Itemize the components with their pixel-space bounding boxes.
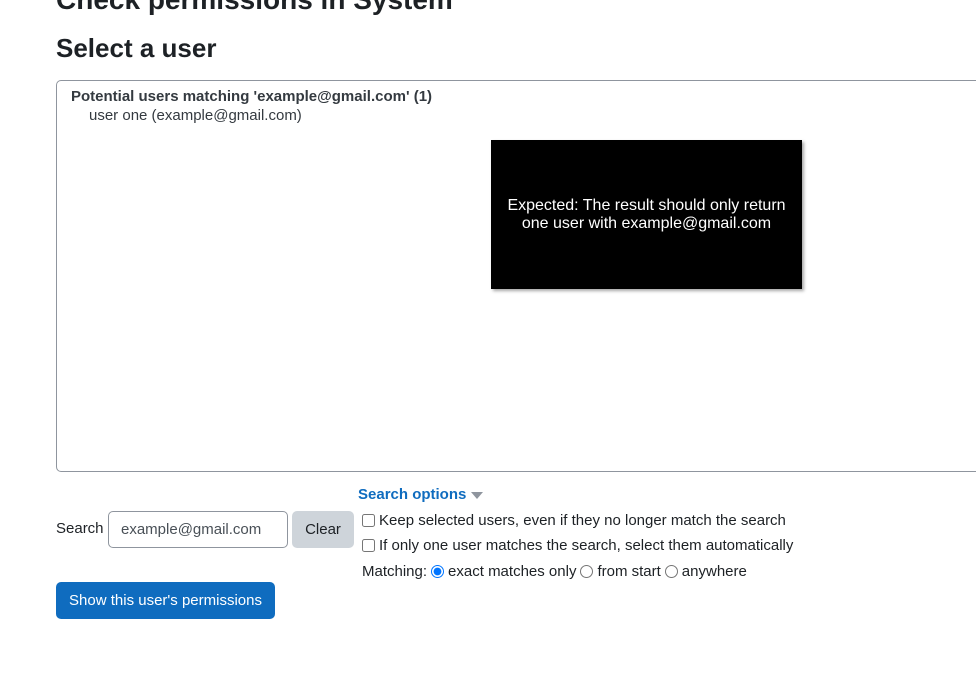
annotation-overlay: Expected: The result should only return … bbox=[491, 140, 802, 289]
annotation-text: Expected: The result should only return … bbox=[507, 196, 786, 232]
search-label: Search bbox=[56, 520, 104, 537]
keep-selected-label: Keep selected users, even if they no lon… bbox=[379, 512, 786, 529]
search-options-toggle[interactable]: Search options bbox=[358, 486, 484, 503]
matching-start-radio[interactable] bbox=[580, 565, 594, 578]
auto-select-checkbox[interactable] bbox=[362, 539, 375, 552]
user-list-group-label: Potential users matching 'example@gmail.… bbox=[71, 88, 433, 105]
auto-select-label: If only one user matches the search, sel… bbox=[379, 537, 794, 554]
keep-selected-option[interactable]: Keep selected users, even if they no lon… bbox=[362, 512, 786, 529]
matching-exact-label: exact matches only bbox=[448, 563, 577, 580]
section-heading: Select a user bbox=[56, 33, 217, 63]
keep-selected-checkbox[interactable] bbox=[362, 514, 375, 527]
matching-exact-radio[interactable] bbox=[431, 565, 445, 578]
caret-down-icon bbox=[471, 492, 484, 499]
matching-anywhere-radio[interactable] bbox=[664, 565, 678, 578]
matching-label: Matching: bbox=[362, 563, 428, 580]
auto-select-option[interactable]: If only one user matches the search, sel… bbox=[362, 537, 793, 554]
matching-start-label: from start bbox=[597, 563, 661, 580]
user-list-option[interactable]: user one (example@gmail.com) bbox=[89, 107, 302, 124]
page-title: Check permissions in System bbox=[56, 0, 453, 14]
search-input[interactable] bbox=[108, 511, 288, 548]
search-options-label: Search options bbox=[358, 486, 467, 503]
matching-options: Matching: exact matches only from start … bbox=[362, 563, 751, 580]
clear-button[interactable]: Clear bbox=[292, 511, 354, 548]
show-permissions-button[interactable]: Show this user's permissions bbox=[56, 582, 275, 619]
matching-anywhere-label: anywhere bbox=[681, 563, 747, 580]
